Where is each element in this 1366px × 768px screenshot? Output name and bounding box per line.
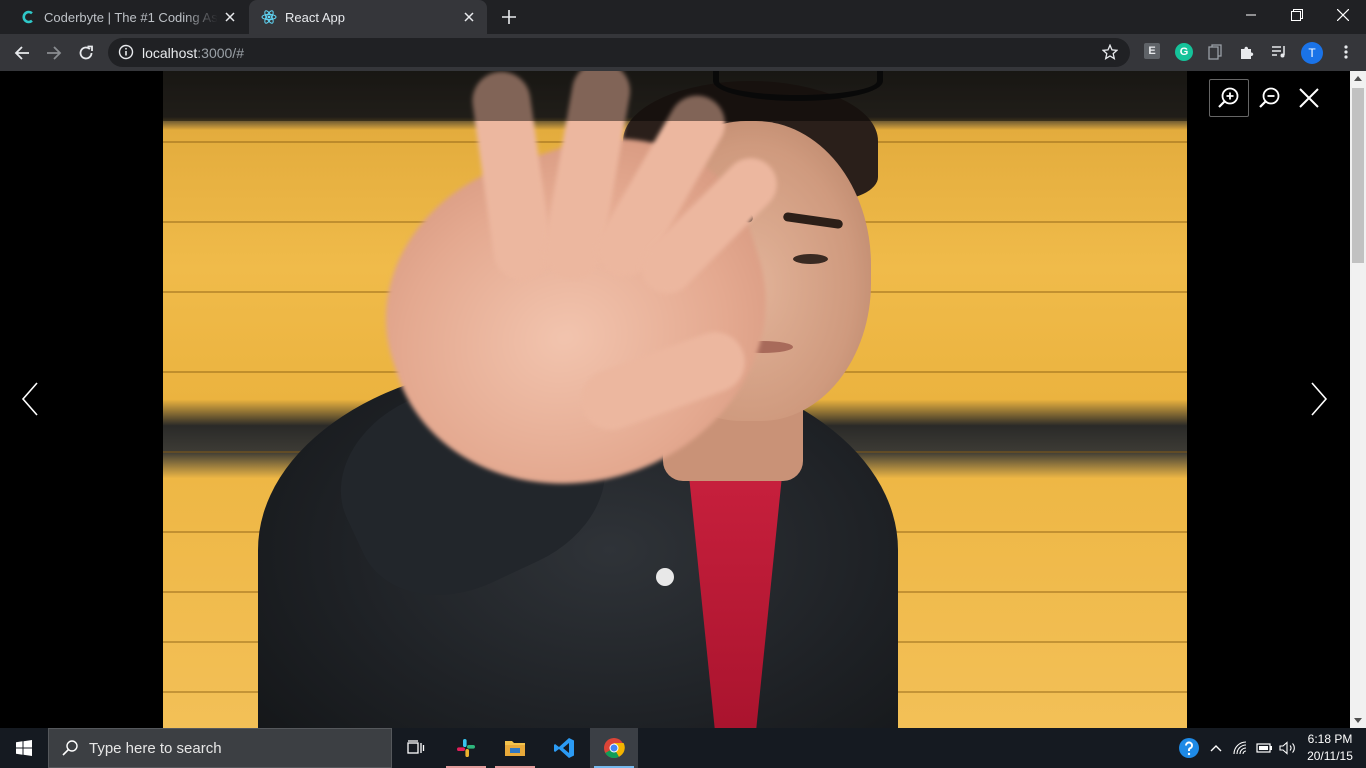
- taskbar-chrome[interactable]: [590, 728, 638, 768]
- browser-toolbar: localhost:3000/# E G T: [0, 34, 1366, 71]
- url-text: localhost:3000/#: [142, 45, 244, 61]
- zoom-out-icon: [1259, 87, 1280, 108]
- back-button[interactable]: [8, 39, 36, 67]
- arrow-right-icon: [47, 46, 62, 60]
- volume-tray-icon[interactable]: [1277, 728, 1299, 768]
- battery-icon: [1256, 743, 1272, 753]
- question-icon: [1179, 738, 1199, 758]
- reload-icon: [79, 45, 93, 60]
- page-scrollbar[interactable]: [1350, 71, 1366, 728]
- next-image-button[interactable]: [1303, 379, 1335, 419]
- chrome-menu-icon[interactable]: [1337, 43, 1355, 61]
- clock-date: 20/11/15: [1307, 749, 1353, 763]
- extension-docs-icon[interactable]: [1206, 43, 1224, 61]
- bookmark-star-icon[interactable]: [1101, 43, 1119, 60]
- speaker-icon: [1279, 741, 1295, 755]
- battery-tray-icon[interactable]: [1253, 728, 1275, 768]
- coderbyte-icon: [20, 9, 36, 25]
- taskbar-search-box[interactable]: Type here to search: [48, 728, 392, 768]
- file-explorer-icon: [505, 741, 525, 756]
- forward-button[interactable]: [40, 39, 68, 67]
- tab-close-icon[interactable]: [457, 5, 481, 29]
- vscode-icon: [554, 738, 574, 758]
- chevron-right-icon: [1311, 382, 1328, 416]
- chevron-up-icon: [1210, 745, 1222, 752]
- close-icon: [1337, 9, 1349, 21]
- close-icon: [1299, 88, 1319, 108]
- tab-title: Coderbyte | The #1 Coding Assessment: [44, 9, 218, 25]
- scroll-down-icon[interactable]: [1354, 718, 1362, 723]
- new-tab-button[interactable]: [497, 5, 521, 29]
- chrome-icon: [604, 738, 625, 759]
- minimize-icon: [1246, 14, 1256, 16]
- taskbar-vscode[interactable]: [540, 728, 588, 768]
- help-tray-icon[interactable]: [1176, 728, 1202, 768]
- scroll-up-icon[interactable]: [1354, 76, 1362, 81]
- tab-close-icon[interactable]: [218, 5, 242, 29]
- minimize-button[interactable]: [1228, 0, 1274, 30]
- browser-tabstrip: Coderbyte | The #1 Coding Assessment Rea…: [0, 0, 1366, 34]
- slack-icon: [457, 739, 475, 757]
- zoom-in-icon: [1218, 87, 1239, 108]
- show-hidden-icons-button[interactable]: [1206, 728, 1226, 768]
- reload-button[interactable]: [72, 39, 100, 67]
- zoom-in-button[interactable]: [1209, 79, 1249, 117]
- network-tray-icon[interactable]: [1230, 728, 1252, 768]
- task-view-icon: [407, 740, 425, 754]
- extensions-puzzle-icon[interactable]: [1238, 43, 1256, 61]
- lightbox-overlay: [0, 71, 1350, 728]
- previous-image-button[interactable]: [14, 379, 46, 419]
- chevron-left-icon: [21, 382, 38, 416]
- restore-button[interactable]: [1274, 0, 1320, 30]
- lightbox-image: [163, 71, 1187, 728]
- info-icon[interactable]: [118, 44, 134, 60]
- close-window-button[interactable]: [1320, 0, 1366, 30]
- scrollbar-thumb[interactable]: [1352, 88, 1364, 263]
- windows-icon: [16, 740, 32, 756]
- react-icon: [261, 9, 277, 25]
- task-view-button[interactable]: [392, 728, 440, 768]
- lightbox-close-button[interactable]: [1289, 79, 1329, 117]
- taskbar-slack[interactable]: [442, 728, 490, 768]
- grammarly-icon[interactable]: G: [1175, 43, 1193, 61]
- address-bar[interactable]: localhost:3000/#: [108, 38, 1130, 67]
- search-placeholder: Type here to search: [89, 739, 222, 757]
- clock-time: 6:18 PM: [1307, 732, 1353, 746]
- extension-e-icon[interactable]: E: [1144, 43, 1160, 59]
- arrow-left-icon: [14, 46, 29, 60]
- tab-react-app[interactable]: React App: [249, 0, 487, 34]
- windows-taskbar: Type here to search 6:18 PM 20/11/15: [0, 728, 1366, 768]
- media-control-icon[interactable]: [1270, 43, 1288, 61]
- tab-title: React App: [285, 9, 345, 25]
- start-button[interactable]: [0, 728, 48, 768]
- taskbar-file-explorer[interactable]: [491, 728, 539, 768]
- wifi-icon: [1233, 741, 1247, 755]
- zoom-out-button[interactable]: [1250, 79, 1290, 117]
- taskbar-clock[interactable]: 6:18 PM 20/11/15: [1300, 731, 1360, 765]
- search-icon: [61, 739, 79, 757]
- restore-icon: [1291, 9, 1303, 21]
- tab-coderbyte[interactable]: Coderbyte | The #1 Coding Assessment: [8, 0, 248, 34]
- plus-icon: [502, 10, 516, 24]
- profile-avatar[interactable]: T: [1301, 42, 1323, 64]
